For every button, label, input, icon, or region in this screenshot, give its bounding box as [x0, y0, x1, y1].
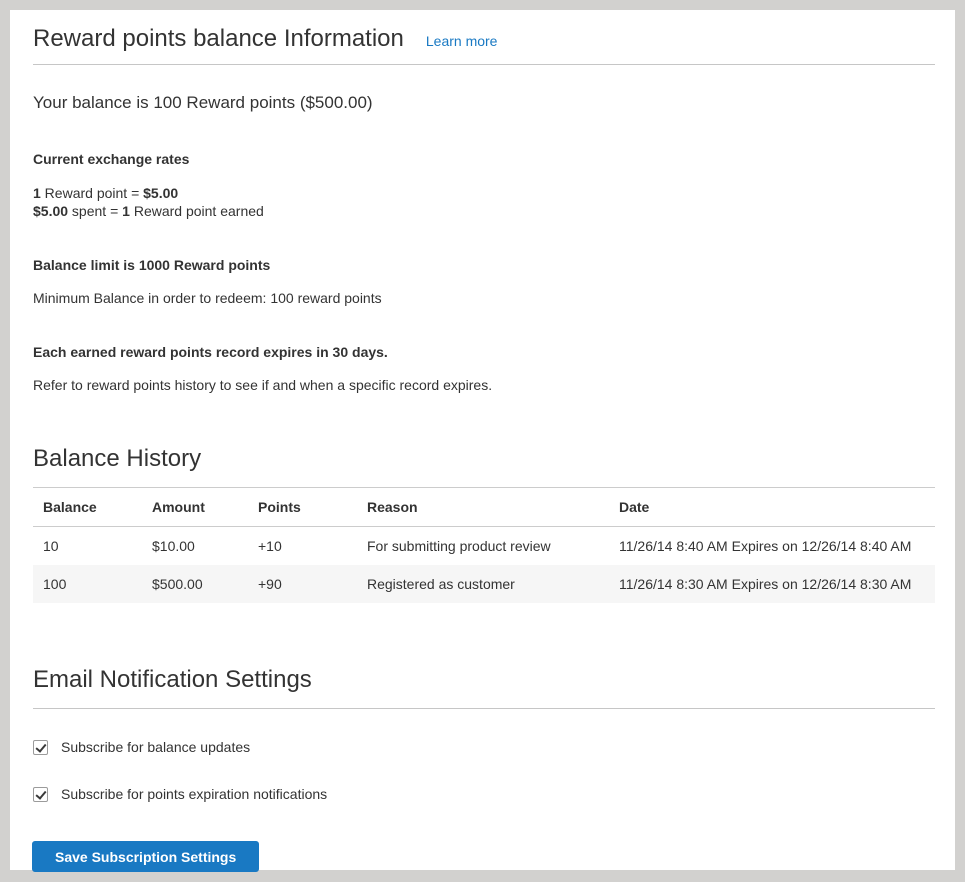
table-header-row: Balance Amount Points Reason Date	[33, 488, 935, 527]
cell-amount: $10.00	[142, 527, 248, 566]
cell-balance: 10	[33, 527, 142, 566]
column-header-points: Points	[248, 488, 357, 527]
table-row: 10 $10.00 +10 For submitting product rev…	[33, 527, 935, 566]
cell-date: 11/26/14 8:30 AM Expires on 12/26/14 8:3…	[609, 565, 935, 603]
page-title: Reward points balance Information	[33, 24, 404, 54]
save-subscription-settings-button[interactable]: Save Subscription Settings	[32, 841, 259, 872]
email-settings-title: Email Notification Settings	[33, 665, 935, 695]
cell-date: 11/26/14 8:40 AM Expires on 12/26/14 8:4…	[609, 527, 935, 566]
exchange-rates: 1 Reward point = $5.00 $5.00 spent = 1 R…	[33, 184, 935, 220]
subscribe-expiration-row: Subscribe for points expiration notifica…	[33, 785, 935, 803]
cell-amount: $500.00	[142, 565, 248, 603]
balance-limit: Balance limit is 1000 Reward points	[33, 256, 935, 274]
exchange-rate-line: 1 Reward point = $5.00	[33, 184, 935, 202]
expiration-rule: Each earned reward points record expires…	[33, 343, 935, 361]
expiration-note: Refer to reward points history to see if…	[33, 376, 935, 394]
subscribe-expiration-checkbox[interactable]	[33, 787, 48, 802]
column-header-date: Date	[609, 488, 935, 527]
subscribe-balance-updates-label[interactable]: Subscribe for balance updates	[61, 738, 250, 756]
balance-summary: Your balance is 100 Reward points ($500.…	[33, 92, 935, 114]
cell-points: +90	[248, 565, 357, 603]
exchange-rates-heading: Current exchange rates	[33, 150, 935, 168]
column-header-reason: Reason	[357, 488, 609, 527]
balance-history-table: Balance Amount Points Reason Date 10 $10…	[33, 487, 935, 603]
email-settings-header: Email Notification Settings	[33, 665, 935, 709]
subscribe-balance-updates-checkbox[interactable]	[33, 740, 48, 755]
reward-points-page: Reward points balance Information Learn …	[10, 10, 955, 870]
learn-more-link[interactable]: Learn more	[426, 33, 498, 49]
minimum-balance-note: Minimum Balance in order to redeem: 100 …	[33, 289, 935, 307]
subscribe-balance-updates-row: Subscribe for balance updates	[33, 738, 935, 756]
column-header-balance: Balance	[33, 488, 142, 527]
subscribe-expiration-label[interactable]: Subscribe for points expiration notifica…	[61, 785, 327, 803]
cell-reason: Registered as customer	[357, 565, 609, 603]
page-header: Reward points balance Information Learn …	[33, 24, 935, 65]
table-row: 100 $500.00 +90 Registered as customer 1…	[33, 565, 935, 603]
cell-balance: 100	[33, 565, 142, 603]
cell-reason: For submitting product review	[357, 527, 609, 566]
cell-points: +10	[248, 527, 357, 566]
exchange-rate-line: $5.00 spent = 1 Reward point earned	[33, 202, 935, 220]
balance-history-title: Balance History	[33, 444, 935, 474]
column-header-amount: Amount	[142, 488, 248, 527]
